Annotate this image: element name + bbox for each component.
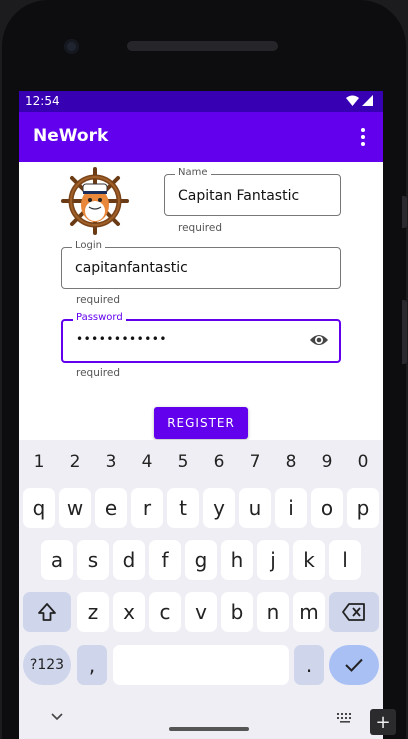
app-bar: NeWork	[19, 112, 383, 162]
key-6[interactable]: 6	[209, 452, 229, 472]
status-bar: 12:54	[19, 91, 383, 112]
key-v[interactable]: v	[185, 592, 217, 632]
password-label: Password	[73, 312, 126, 323]
key-0[interactable]: 0	[353, 452, 373, 472]
front-camera	[64, 39, 79, 54]
name-label: Name	[175, 167, 211, 178]
eye-icon[interactable]	[309, 332, 329, 348]
comma-key[interactable]: ,	[77, 645, 107, 685]
password-value: ••••••••••••	[76, 332, 167, 346]
app-title: NeWork	[33, 126, 109, 146]
key-o[interactable]: o	[311, 488, 343, 528]
key-4[interactable]: 4	[137, 452, 157, 472]
hide-keyboard-icon[interactable]	[51, 713, 63, 721]
login-label: Login	[72, 240, 105, 251]
shift-key[interactable]	[23, 592, 71, 632]
key-i[interactable]: i	[275, 488, 307, 528]
key-d[interactable]: d	[113, 540, 145, 580]
key-8[interactable]: 8	[281, 452, 301, 472]
key-e[interactable]: e	[95, 488, 127, 528]
enter-key[interactable]	[329, 645, 379, 685]
key-c[interactable]: c	[149, 592, 181, 632]
password-field[interactable]: Password ••••••••••••	[61, 312, 341, 363]
key-b[interactable]: b	[221, 592, 253, 632]
checkmark-icon	[345, 658, 363, 672]
speaker-grille	[127, 41, 278, 51]
status-time: 12:54	[25, 94, 60, 108]
key-p[interactable]: p	[347, 488, 379, 528]
status-icons	[346, 95, 373, 106]
key-2[interactable]: 2	[65, 452, 85, 472]
key-a[interactable]: a	[41, 540, 73, 580]
keyboard-switch-icon[interactable]	[337, 713, 353, 723]
wifi-icon	[346, 95, 359, 106]
name-helper: required	[178, 222, 222, 234]
key-t[interactable]: t	[167, 488, 199, 528]
key-j[interactable]: j	[257, 540, 289, 580]
shift-icon	[38, 603, 56, 621]
key-5[interactable]: 5	[173, 452, 193, 472]
home-gesture-bar[interactable]	[169, 727, 249, 731]
key-x[interactable]: x	[113, 592, 145, 632]
name-field[interactable]: Name Capitan Fantastic	[164, 167, 341, 216]
key-m[interactable]: m	[293, 592, 325, 632]
key-1[interactable]: 1	[29, 452, 49, 472]
login-helper: required	[76, 294, 120, 306]
key-w[interactable]: w	[59, 488, 91, 528]
signal-icon	[362, 95, 373, 106]
space-key[interactable]	[113, 645, 289, 685]
power-button	[402, 300, 407, 364]
backspace-key[interactable]	[329, 592, 379, 632]
avatar-icon[interactable]	[61, 167, 129, 235]
key-9[interactable]: 9	[317, 452, 337, 472]
symbols-key[interactable]: ?123	[23, 645, 71, 685]
volume-up-button	[402, 196, 407, 228]
key-u[interactable]: u	[239, 488, 271, 528]
name-value: Capitan Fantastic	[178, 188, 300, 204]
key-l[interactable]: l	[329, 540, 361, 580]
number-row: 1 2 3 4 5 6 7 8 9 0	[19, 452, 383, 472]
key-n[interactable]: n	[257, 592, 289, 632]
register-button[interactable]: REGISTER	[154, 407, 248, 439]
backspace-icon	[342, 603, 365, 621]
login-value: capitanfantastic	[75, 260, 188, 276]
add-icon[interactable]: +	[370, 709, 396, 735]
key-r[interactable]: r	[131, 488, 163, 528]
keyboard-nav-row	[19, 710, 383, 738]
key-z[interactable]: z	[77, 592, 109, 632]
period-key[interactable]: .	[294, 645, 324, 685]
key-k[interactable]: k	[293, 540, 325, 580]
key-3[interactable]: 3	[101, 452, 121, 472]
key-s[interactable]: s	[77, 540, 109, 580]
app-screen: 12:54 NeWork Name Capitan Fantastic requ…	[19, 91, 383, 739]
key-f[interactable]: f	[149, 540, 181, 580]
key-y[interactable]: y	[203, 488, 235, 528]
soft-keyboard: 1 2 3 4 5 6 7 8 9 0 q w e r t y u i o p …	[19, 440, 383, 739]
key-7[interactable]: 7	[245, 452, 265, 472]
key-q[interactable]: q	[23, 488, 55, 528]
password-helper: required	[76, 367, 120, 379]
login-field[interactable]: Login capitanfantastic	[61, 240, 341, 289]
overflow-menu-icon[interactable]	[355, 127, 371, 147]
key-g[interactable]: g	[185, 540, 217, 580]
key-h[interactable]: h	[221, 540, 253, 580]
